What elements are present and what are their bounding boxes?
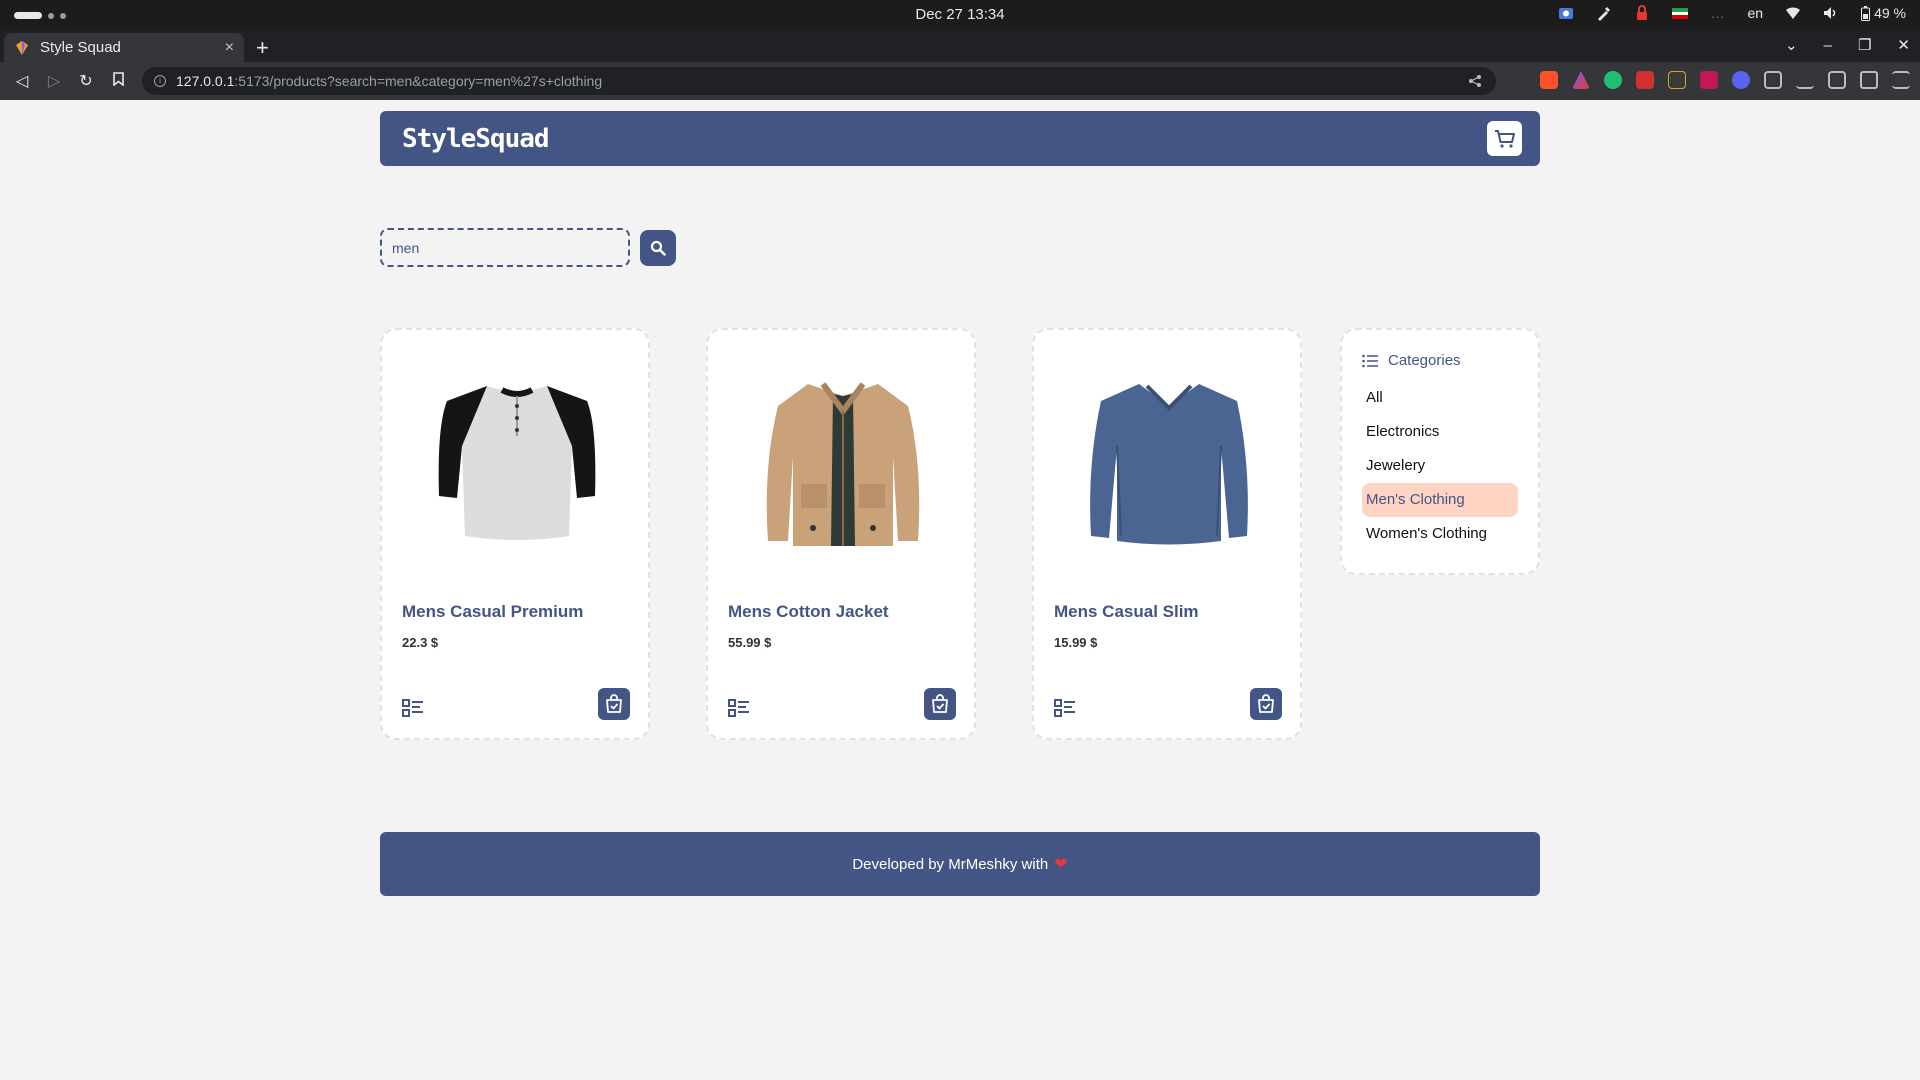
screenshot-icon[interactable] xyxy=(1558,5,1574,21)
category-womens-clothing[interactable]: Women's Clothing xyxy=(1362,517,1518,551)
bookmark-icon[interactable] xyxy=(102,71,134,91)
product-price: 15.99 $ xyxy=(1054,635,1098,650)
wifi-icon[interactable] xyxy=(1785,5,1801,21)
add-to-cart-button[interactable] xyxy=(598,688,630,720)
list-icon xyxy=(1362,354,1378,367)
address-bar[interactable]: i 127.0.0.1 :5173/products?search=men&ca… xyxy=(142,67,1496,95)
shopping-bag-check-icon xyxy=(1258,694,1274,713)
extension-pink-icon[interactable] xyxy=(1700,71,1718,89)
shopping-bag-check-icon xyxy=(932,694,948,713)
category-electronics[interactable]: Electronics xyxy=(1362,415,1518,449)
categories-heading: Categories xyxy=(1362,352,1518,369)
sidebar-toggle-icon[interactable] xyxy=(1828,71,1846,89)
search-bar xyxy=(380,228,676,267)
product-image-cotton-jacket[interactable] xyxy=(738,366,948,556)
page-content: StyleSquad men Mens Casual Premium 22.3 … xyxy=(0,100,1920,1080)
extension-bug-icon[interactable] xyxy=(1668,71,1686,89)
category-all[interactable]: All xyxy=(1362,381,1518,415)
forward-icon[interactable]: ▷ xyxy=(38,71,70,91)
overflow-dots-icon[interactable]: … xyxy=(1710,5,1726,21)
menu-icon[interactable] xyxy=(1892,71,1910,89)
site-footer: Developed by MrMeshky with ❤ xyxy=(380,832,1540,896)
add-to-cart-button[interactable] xyxy=(1250,688,1282,720)
browser-tab-active[interactable]: Style Squad × xyxy=(4,33,244,62)
cart-icon xyxy=(1494,129,1515,148)
back-icon[interactable]: ◁ xyxy=(6,71,38,91)
details-list-icon[interactable] xyxy=(402,698,424,718)
heart-icon: ❤ xyxy=(1054,856,1068,873)
close-tab-icon[interactable]: × xyxy=(225,39,234,57)
new-tab-button[interactable]: + xyxy=(256,35,269,61)
categories-title: Categories xyxy=(1388,352,1461,369)
site-info-icon[interactable]: i xyxy=(154,75,166,87)
volume-icon[interactable] xyxy=(1823,5,1839,21)
browser-tab-strip: Style Squad × + ⌄ – ❐ ✕ xyxy=(0,31,1920,62)
product-price: 55.99 $ xyxy=(728,635,772,650)
tab-search-chevron-icon[interactable]: ⌄ xyxy=(1785,36,1798,54)
product-image-slim-shirt[interactable] xyxy=(1064,366,1274,556)
extensions-row xyxy=(1540,71,1910,89)
restore-icon[interactable]: ❐ xyxy=(1858,36,1871,54)
minimize-icon[interactable]: – xyxy=(1824,37,1832,54)
vpn-extension-icon[interactable] xyxy=(1604,71,1622,89)
product-price: 22.3 $ xyxy=(402,635,439,650)
product-card[interactable]: Mens Casual Slim 15.99 $ xyxy=(1032,328,1302,740)
product-card[interactable]: Mens Cotton Jacket 55.99 $ xyxy=(706,328,976,740)
lock-icon[interactable] xyxy=(1634,5,1650,21)
product-grid: Mens Casual Premium 22.3 $ Mens Cotton J… xyxy=(380,328,1302,740)
shopping-bag-check-icon xyxy=(606,694,622,713)
category-jewelery[interactable]: Jewelery xyxy=(1362,449,1518,483)
categories-panel: Categories All Electronics Jewelery Men'… xyxy=(1340,328,1540,575)
browser-toolbar: ◁ ▷ ↻ i 127.0.0.1 :5173/products?search=… xyxy=(0,62,1920,100)
product-title[interactable]: Mens Cotton Jacket xyxy=(728,602,889,622)
product-title[interactable]: Mens Casual Slim xyxy=(1054,602,1199,622)
product-card[interactable]: Mens Casual Premium 22.3 $ xyxy=(380,328,650,740)
battery-icon xyxy=(1861,5,1871,21)
battery-percent: 49 % xyxy=(1874,5,1906,21)
os-top-bar: Dec 27 13:34 … en 49 % xyxy=(0,0,1920,31)
share-icon[interactable] xyxy=(1468,74,1482,91)
product-image-henley-shirt[interactable] xyxy=(412,366,622,556)
add-to-cart-button[interactable] xyxy=(924,688,956,720)
extension-discord-icon[interactable] xyxy=(1732,71,1750,89)
extension-red-icon[interactable] xyxy=(1636,71,1654,89)
footer-text: Developed by MrMeshky with xyxy=(852,855,1049,873)
details-list-icon[interactable] xyxy=(728,698,750,718)
url-path: :5173/products?search=men&category=men%2… xyxy=(234,73,603,89)
extensions-puzzle-icon[interactable] xyxy=(1764,71,1782,89)
keyboard-language[interactable]: en xyxy=(1748,5,1764,21)
site-favicon-icon xyxy=(16,40,28,55)
site-header: StyleSquad xyxy=(380,111,1540,166)
downloads-icon[interactable] xyxy=(1796,71,1814,89)
system-tray: … en 49 % xyxy=(1558,5,1906,21)
cart-button[interactable] xyxy=(1487,121,1522,156)
brave-shields-icon[interactable] xyxy=(1540,71,1558,89)
window-controls: ⌄ – ❐ ✕ xyxy=(1785,36,1910,55)
details-list-icon[interactable] xyxy=(1054,698,1076,718)
color-picker-icon[interactable] xyxy=(1596,5,1612,21)
battery-indicator[interactable]: 49 % xyxy=(1861,5,1906,21)
search-button[interactable] xyxy=(640,229,676,266)
search-icon xyxy=(650,240,666,256)
category-mens-clothing[interactable]: Men's Clothing xyxy=(1362,483,1518,517)
wallet-icon[interactable] xyxy=(1860,71,1878,89)
close-window-icon[interactable]: ✕ xyxy=(1897,36,1910,54)
url-host: 127.0.0.1 xyxy=(176,73,235,89)
search-input[interactable] xyxy=(380,228,630,267)
product-title[interactable]: Mens Casual Premium xyxy=(402,602,583,622)
reload-icon[interactable]: ↻ xyxy=(70,71,102,91)
flag-icon[interactable] xyxy=(1671,5,1688,21)
brave-rewards-icon[interactable] xyxy=(1572,71,1590,89)
tab-title: Style Squad xyxy=(40,39,121,56)
site-logo[interactable]: StyleSquad xyxy=(402,124,550,154)
